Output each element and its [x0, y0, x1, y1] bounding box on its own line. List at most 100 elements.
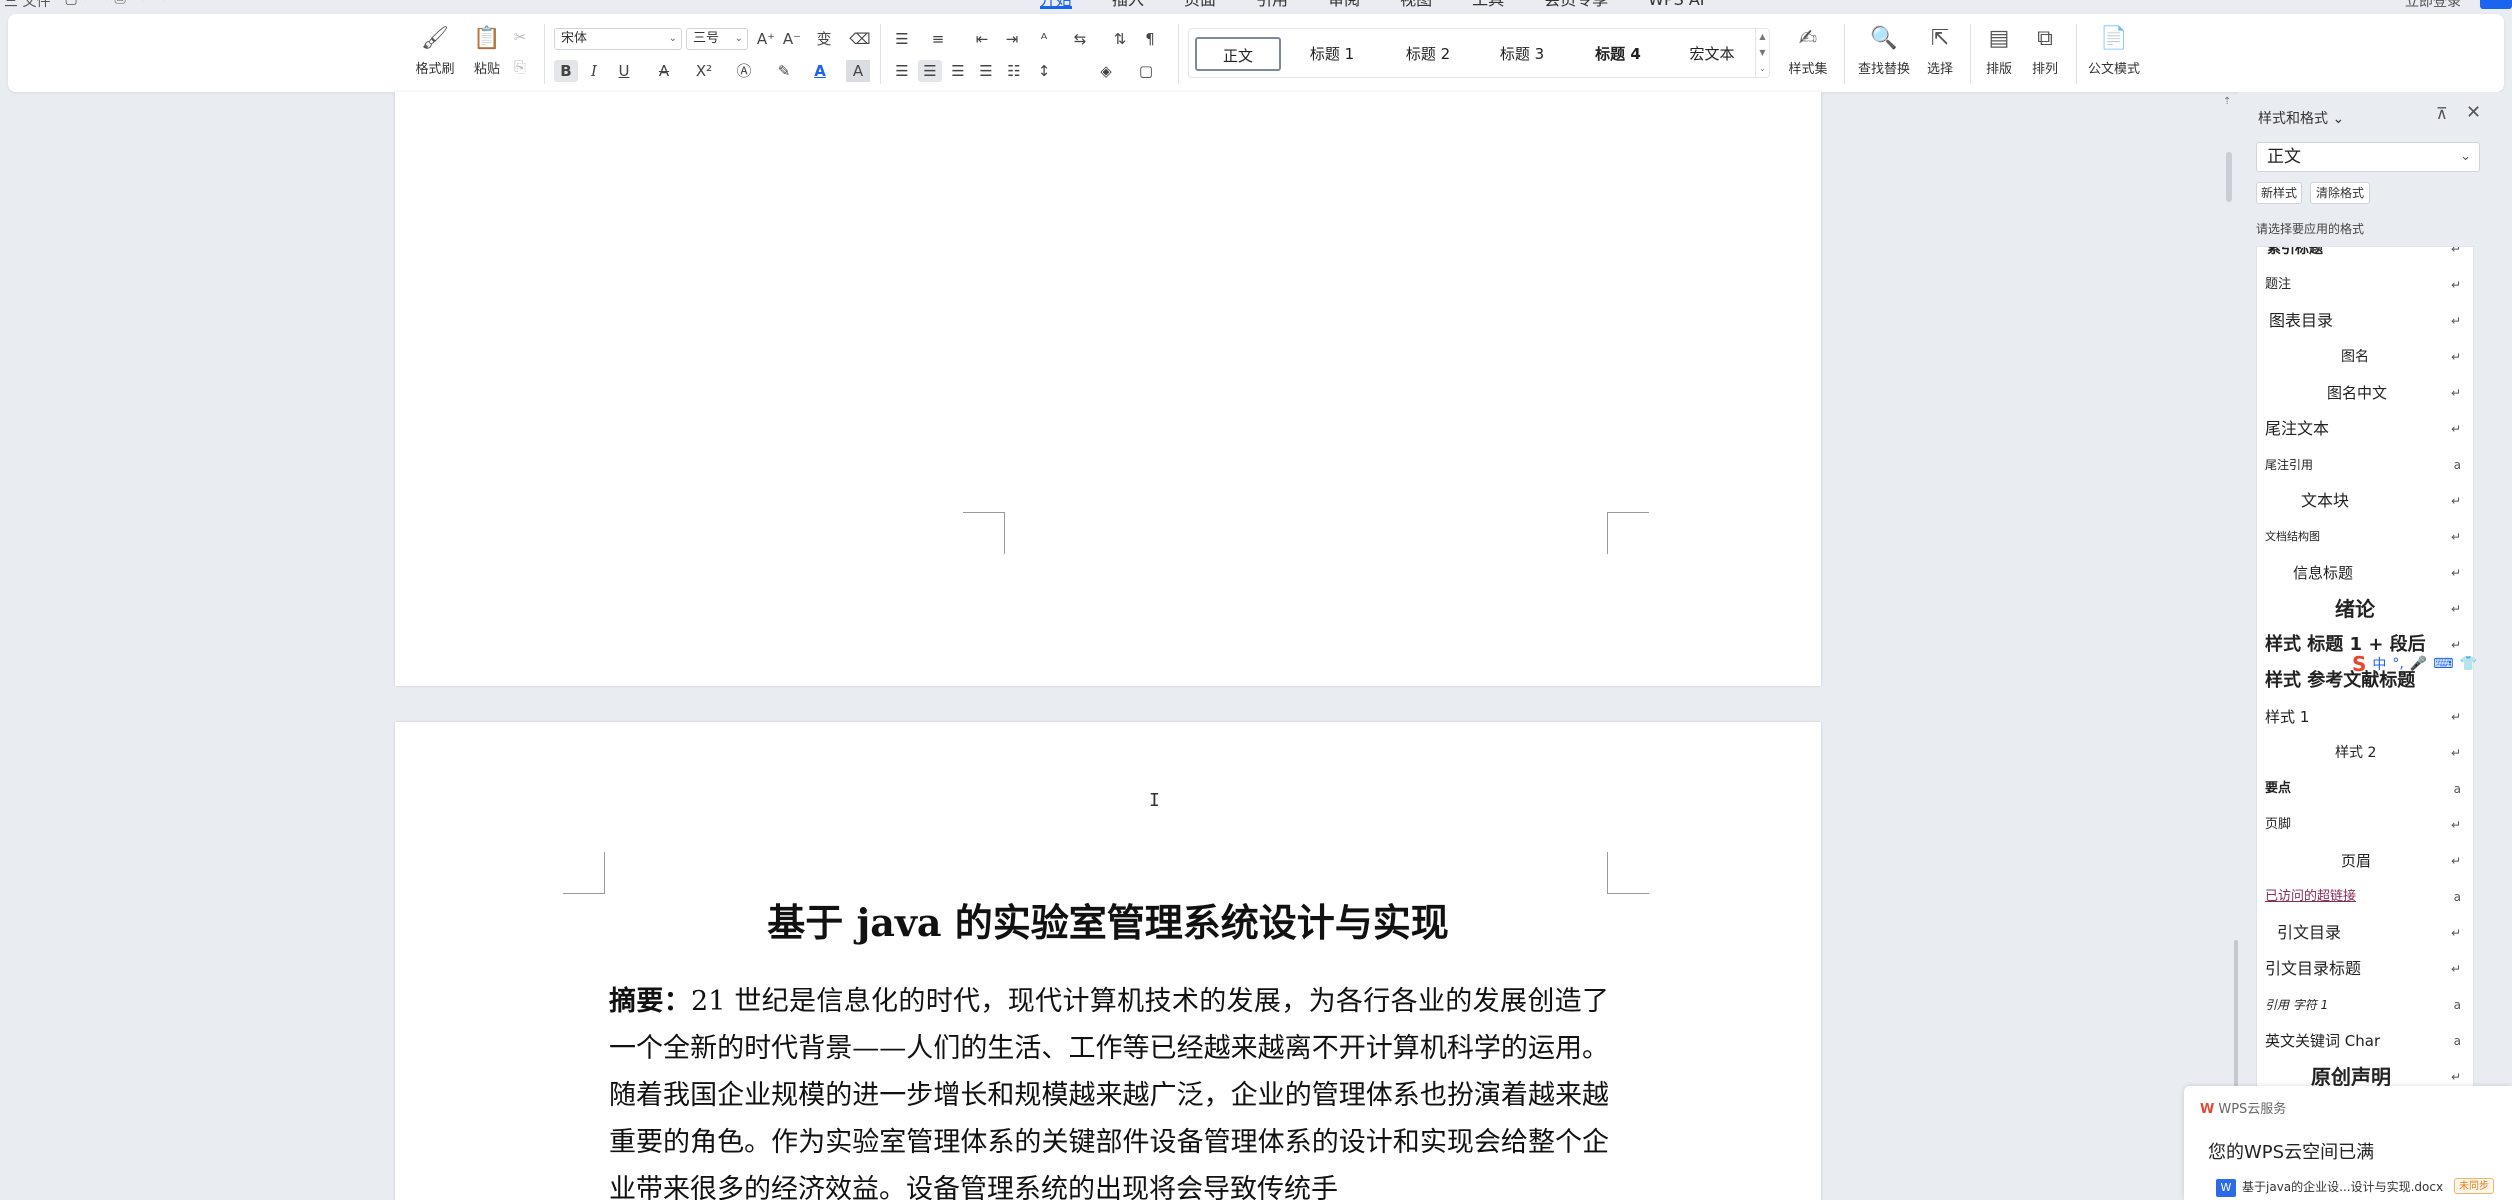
- file-menu[interactable]: 三 文件: [4, 0, 50, 11]
- style-list-item[interactable]: 英文关键词 Char a: [2257, 1023, 2473, 1059]
- paste-button[interactable]: 📋 粘贴: [464, 24, 510, 86]
- style-list-scrollbar[interactable]: [2234, 940, 2238, 1090]
- decrease-indent-icon[interactable]: ⇤: [970, 28, 994, 50]
- align-right-icon[interactable]: ☰: [946, 60, 970, 82]
- font-color-icon[interactable]: A: [808, 60, 832, 82]
- italic-icon[interactable]: I: [582, 60, 606, 82]
- undo-redo[interactable]: ↶ ↷: [140, 0, 168, 11]
- distribute-icon[interactable]: ☷: [1002, 60, 1026, 82]
- numbering-icon[interactable]: ≡: [926, 28, 950, 50]
- abstract-paragraph[interactable]: 摘要：21 世纪是信息化的时代，现代计算机技术的发展，为各行各业的发展创造了一个…: [609, 978, 1609, 1200]
- arrange-button[interactable]: ⧉ 排列: [2024, 24, 2066, 86]
- style-list-item[interactable]: 页眉 ↵: [2257, 843, 2473, 879]
- new-style-button[interactable]: 新样式: [2256, 182, 2302, 204]
- style-list-item[interactable]: 信息标题 ↵: [2257, 555, 2473, 591]
- login-link[interactable]: 立即登录: [2405, 0, 2461, 11]
- style-heading-2[interactable]: 标题 2: [1385, 37, 1471, 71]
- style-list-item[interactable]: 引文目录标题 ↵: [2257, 951, 2473, 987]
- notification-file[interactable]: W 基于java的企业设...设计与实现.docx: [2216, 1178, 2443, 1197]
- gallery-scroll[interactable]: ▲ ▼ ⌄: [1755, 29, 1769, 77]
- cloud-notification[interactable]: W WPS云服务 您的WPS云空间已满 W 基于java的企业设...设计与实现.d…: [2184, 1086, 2512, 1200]
- text-direction-icon[interactable]: ᴬ: [1032, 28, 1056, 50]
- style-list-item[interactable]: 题注 ↵: [2257, 267, 2473, 303]
- copy-icon[interactable]: ⎘: [508, 56, 532, 78]
- document-page-current[interactable]: 基于 java 的实验室管理系统设计与实现 摘要：21 世纪是信息化的时代，现代…: [395, 722, 1821, 1200]
- select-button[interactable]: ⇱ 选择: [1918, 24, 1962, 86]
- tab-home[interactable]: 开始: [1040, 0, 1073, 9]
- bullets-icon[interactable]: ☰: [890, 28, 914, 50]
- style-list-item[interactable]: 要点 a: [2257, 771, 2473, 807]
- style-list-item[interactable]: 图表目录 ↵: [2257, 303, 2473, 339]
- style-list-item[interactable]: 引用 字符 1 a: [2257, 987, 2473, 1023]
- style-list-item[interactable]: 尾注文本 ↵: [2257, 411, 2473, 447]
- text-effect-icon[interactable]: Ⓐ: [732, 60, 756, 82]
- font-size-select[interactable]: 三号 ⌄: [686, 28, 748, 50]
- clear-format-button[interactable]: 清除格式: [2310, 182, 2370, 204]
- underline-icon[interactable]: U: [612, 60, 636, 82]
- tab-wps-ai[interactable]: WPS AI: [1648, 0, 1704, 9]
- style-normal[interactable]: 正文: [1195, 37, 1281, 71]
- style-list-item[interactable]: 样式 1 ↵: [2257, 699, 2473, 735]
- ime-mode[interactable]: 中: [2372, 654, 2386, 674]
- keyboard-icon[interactable]: ⌨: [2433, 656, 2453, 672]
- font-name-select[interactable]: 宋体 ⌄: [554, 28, 682, 50]
- grow-font-icon[interactable]: A⁺: [754, 28, 778, 50]
- scroll-up-icon[interactable]: ⇡: [2223, 96, 2231, 107]
- tab-view[interactable]: 视图: [1400, 0, 1432, 9]
- microphone-icon[interactable]: 🎤: [2410, 656, 2427, 672]
- highlight-icon[interactable]: ✎: [772, 60, 796, 82]
- style-list-item[interactable]: 图名中文 ↵: [2257, 375, 2473, 411]
- style-list-item[interactable]: 绪论 ↵: [2257, 591, 2473, 627]
- format-painter-button[interactable]: 🖌 格式刷: [412, 24, 458, 86]
- sogou-logo-icon[interactable]: S: [2352, 652, 2366, 676]
- style-list-item[interactable]: 样式 2 ↵: [2257, 735, 2473, 771]
- tab-page[interactable]: 页面: [1184, 0, 1216, 9]
- tab-insert[interactable]: 插入: [1112, 0, 1144, 9]
- style-heading-4[interactable]: 标题 4: [1575, 37, 1661, 71]
- style-set-button[interactable]: ✍ 样式集: [1778, 24, 1838, 86]
- line-break-icon[interactable]: ⇆: [1068, 28, 1092, 50]
- phonetic-icon[interactable]: 变: [812, 28, 836, 50]
- show-marks-icon[interactable]: ¶: [1138, 28, 1162, 50]
- share-button[interactable]: [2480, 0, 2512, 9]
- scrollbar-thumb[interactable]: [2226, 152, 2232, 202]
- style-list-item[interactable]: 文档结构图 ↵: [2257, 519, 2473, 555]
- tab-member[interactable]: 会员专享: [1544, 0, 1608, 9]
- style-heading-1[interactable]: 标题 1: [1289, 37, 1375, 71]
- tab-review[interactable]: 审阅: [1328, 0, 1360, 9]
- close-icon[interactable]: ✕: [2466, 102, 2481, 123]
- document-page-previous[interactable]: [395, 92, 1821, 686]
- find-replace-button[interactable]: 🔍 查找替换: [1854, 24, 1914, 86]
- style-list-item[interactable]: 引文目录 ↵: [2257, 915, 2473, 951]
- style-list-item[interactable]: 已访问的超链接 a: [2257, 879, 2473, 915]
- clear-format-icon[interactable]: ⌫: [848, 28, 872, 50]
- superscript-icon[interactable]: X²: [692, 60, 716, 82]
- current-style-select[interactable]: 正文 ⌄: [2256, 142, 2480, 172]
- bold-icon[interactable]: B: [554, 60, 578, 82]
- quick-tools[interactable]: ▢ ↶ ↷ ⎙: [64, 0, 125, 11]
- pin-icon[interactable]: ⊼: [2436, 104, 2448, 123]
- justify-icon[interactable]: ☰: [974, 60, 998, 82]
- style-heading-3[interactable]: 标题 3: [1479, 37, 1565, 71]
- document-title[interactable]: 基于 java 的实验室管理系统设计与实现: [395, 892, 1821, 947]
- shading-icon[interactable]: ◈: [1094, 60, 1118, 82]
- tab-tools[interactable]: 工具: [1472, 0, 1504, 9]
- cut-icon[interactable]: ✂: [508, 26, 532, 48]
- official-mode-button[interactable]: 📄 公文模式: [2086, 24, 2142, 86]
- increase-indent-icon[interactable]: ⇥: [1000, 28, 1024, 50]
- tab-references[interactable]: 引用: [1256, 0, 1288, 9]
- strikethrough-icon[interactable]: A: [652, 60, 676, 82]
- line-spacing-icon[interactable]: ↕: [1032, 60, 1056, 82]
- style-list-item[interactable]: 索引标题 ↵: [2257, 247, 2473, 267]
- layout-button[interactable]: ▤ 排版: [1978, 24, 2020, 86]
- align-center-icon[interactable]: ☰: [918, 60, 942, 82]
- style-list-item[interactable]: 页脚 ↵: [2257, 807, 2473, 843]
- style-macro-text[interactable]: 宏文本: [1669, 37, 1755, 71]
- borders-icon[interactable]: ▢: [1134, 60, 1158, 82]
- style-list-item[interactable]: 文本块 ↵: [2257, 483, 2473, 519]
- ime-punctuation[interactable]: °,: [2392, 656, 2403, 672]
- panel-title[interactable]: 样式和格式 ⌄: [2258, 108, 2344, 128]
- char-shading-icon[interactable]: A: [846, 60, 870, 82]
- skin-icon[interactable]: 👕: [2460, 656, 2477, 672]
- style-list-item[interactable]: 尾注引用 a: [2257, 447, 2473, 483]
